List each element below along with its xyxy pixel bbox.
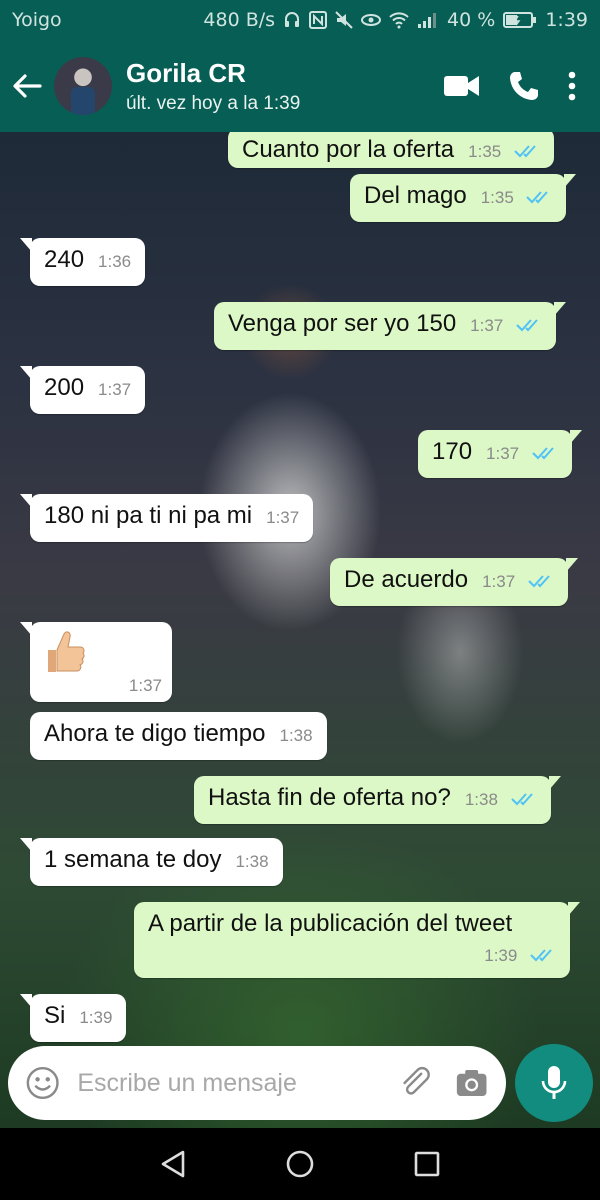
status-icons: 480 B/s 40 % 1:39 <box>203 9 588 31</box>
message-time: 1:37 <box>266 508 300 527</box>
message-text: 200 <box>44 374 85 401</box>
attach-icon[interactable] <box>399 1065 432 1101</box>
thumbs-up-emoji-icon <box>48 631 85 672</box>
home-nav-icon[interactable] <box>285 1149 315 1179</box>
message-text: 180 ni pa ti ni pa mi <box>44 502 253 529</box>
message-text: 1 semana te doy <box>44 846 222 873</box>
message-time: 1:38 <box>235 852 269 871</box>
message-bubble-incoming[interactable]: 240 1:36 <box>19 238 146 286</box>
double-check-icon <box>510 792 533 806</box>
message-text: 170 <box>432 438 473 465</box>
message-bubble-outgoing[interactable]: Del mago 1:35 <box>350 174 577 222</box>
message-bubble-outgoing[interactable]: De acuerdo 1:37 <box>330 558 578 606</box>
battery-percent: 40 % <box>447 9 496 31</box>
double-check-icon <box>532 446 554 460</box>
message-bubble-incoming[interactable]: 180 ni pa ti ni pa mi 1:37 <box>19 494 314 542</box>
message-time: 1:37 <box>98 380 132 399</box>
message-text: Del mago <box>364 182 467 209</box>
header-actions <box>444 70 600 102</box>
message-text: De acuerdo <box>344 566 469 593</box>
back-nav-icon[interactable] <box>159 1149 187 1179</box>
message-time: 1:39 <box>484 946 518 965</box>
message-bubble-incoming[interactable]: Si 1:39 <box>19 994 127 1042</box>
double-check-icon <box>528 574 550 588</box>
message-text: Ahora te digo tiempo <box>44 720 266 747</box>
chat-header: Gorila CR últ. vez hoy a la 1:39 <box>0 40 600 132</box>
message-text: Hasta fin de oferta no? <box>208 784 451 811</box>
camera-icon[interactable] <box>455 1067 488 1099</box>
phone-call-icon[interactable] <box>508 70 540 102</box>
message-time: 1:37 <box>486 444 520 463</box>
contact-info[interactable]: Gorila CR últ. vez hoy a la 1:39 <box>126 58 444 115</box>
net-speed: 480 B/s <box>203 9 276 31</box>
message-time: 1:38 <box>279 726 313 745</box>
message-time: 1:37 <box>470 316 504 335</box>
message-text: Cuanto por la oferta <box>242 136 455 163</box>
chat-area[interactable]: Cuanto por la oferta 1:35 Del mago 1:35 24… <box>0 132 600 1128</box>
double-check-icon <box>530 948 552 962</box>
arrow-left-icon <box>13 74 42 98</box>
wifi-icon <box>389 12 409 29</box>
microphone-icon <box>541 1066 567 1099</box>
message-time: 1:39 <box>79 1008 113 1027</box>
avatar[interactable] <box>54 57 112 115</box>
double-check-icon <box>516 318 538 332</box>
carrier-label: Yoigo <box>12 9 62 31</box>
message-bubble-incoming[interactable]: 1 semana te doy 1:38 <box>20 838 283 886</box>
emoji-icon[interactable] <box>26 1065 59 1101</box>
double-check-icon <box>514 144 536 158</box>
signal-icon <box>418 13 437 28</box>
battery-icon <box>503 12 537 28</box>
message-time: 1:35 <box>480 188 514 207</box>
message-time: 1:37 <box>128 676 162 695</box>
system-nav-bar <box>0 1128 600 1200</box>
message-bubble-incoming[interactable]: Ahora te digo tiempo 1:38 <box>30 712 327 760</box>
message-bubble-outgoing[interactable]: Hasta fin de oferta no? 1:38 <box>194 776 561 824</box>
message-input[interactable] <box>77 1068 400 1098</box>
message-text: A partir de la publicación del tweet <box>148 910 513 937</box>
last-seen: últ. vez hoy a la 1:39 <box>126 92 301 114</box>
recents-nav-icon[interactable] <box>413 1150 441 1178</box>
voice-record-button[interactable] <box>515 1044 593 1122</box>
message-bubble-incoming[interactable]: 1:37 <box>20 622 172 702</box>
double-check-icon <box>526 190 549 204</box>
message-bubble-outgoing[interactable]: A partir de la publicación del tweet 1:3… <box>134 902 580 978</box>
message-composer <box>8 1046 506 1120</box>
message-bubble-outgoing[interactable]: Cuanto por la oferta 1:35 <box>228 132 554 168</box>
message-text: Venga por ser yo 150 <box>228 310 457 337</box>
contact-name: Gorila CR <box>126 57 246 88</box>
clock: 1:39 <box>545 9 588 31</box>
message-time: 1:37 <box>482 572 516 591</box>
message-time: 1:36 <box>98 252 132 271</box>
message-time: 1:38 <box>464 790 498 809</box>
mute-icon <box>335 11 353 29</box>
message-meta: 1:39 <box>148 940 556 968</box>
video-call-icon[interactable] <box>444 74 480 98</box>
message-bubble-incoming[interactable]: 200 1:37 <box>19 366 146 414</box>
back-button[interactable] <box>0 73 54 99</box>
message-bubble-outgoing[interactable]: 170 1:37 <box>418 430 582 478</box>
more-options-icon[interactable] <box>568 71 576 101</box>
eye-icon <box>361 14 382 26</box>
message-time: 1:35 <box>468 142 502 161</box>
status-bar: Yoigo 480 B/s 40 % 1:39 <box>0 0 600 40</box>
nfc-icon <box>309 11 328 29</box>
headphones-icon <box>285 12 300 27</box>
message-text: Si <box>44 1002 66 1029</box>
message-text: 240 <box>44 246 85 273</box>
message-bubble-outgoing[interactable]: Venga por ser yo 150 1:37 <box>214 302 566 350</box>
